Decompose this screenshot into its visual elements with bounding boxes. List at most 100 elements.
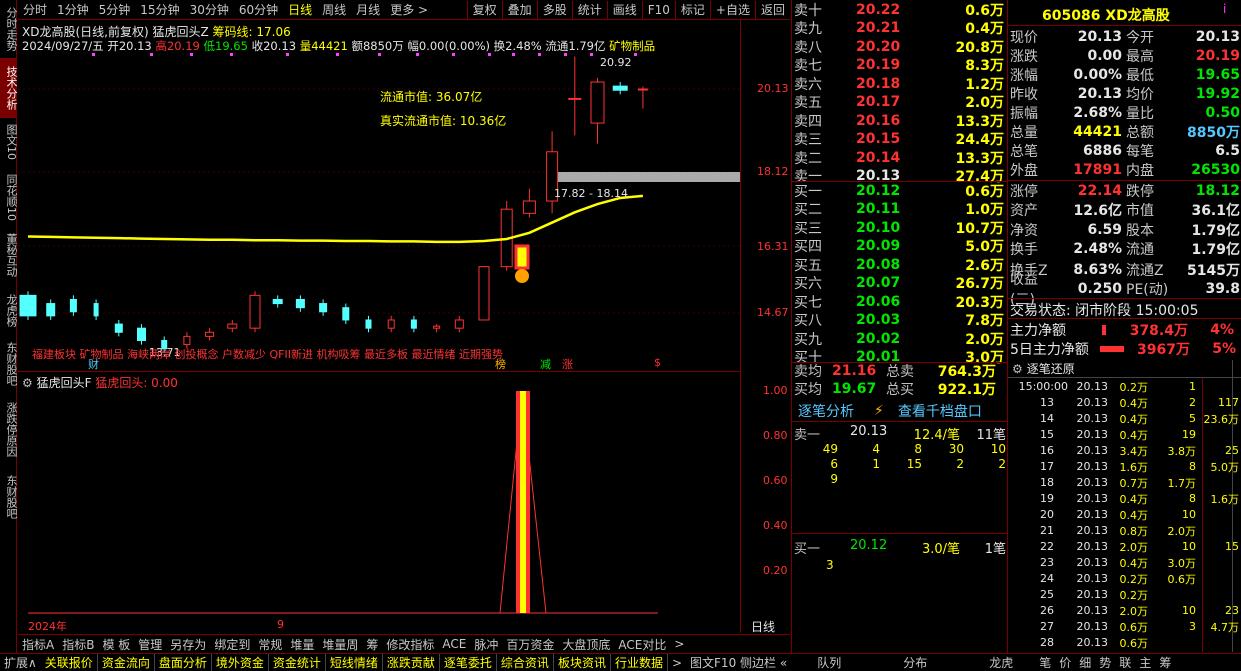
tab-chip[interactable]: 筹 bbox=[1155, 654, 1175, 671]
kline-chart[interactable]: XD龙高股(日线,前复权) 猛虎回头Z 筹码线: 17.06 2024/09/2… bbox=[18, 20, 740, 372]
ask-row-8[interactable]: 卖二 20.14 13.3万 bbox=[794, 149, 1006, 168]
tab-pile[interactable]: 堆量 bbox=[286, 636, 318, 653]
tab-edit-ind[interactable]: 修改指标 bbox=[382, 636, 438, 653]
restore-rights-button[interactable]: 复权 bbox=[468, 1, 502, 18]
tab-ind-b[interactable]: 指标B bbox=[58, 636, 98, 653]
fn-industry-data[interactable]: 行业数据 bbox=[611, 654, 668, 671]
ask-row-5[interactable]: 卖五 20.17 2.0万 bbox=[794, 93, 1006, 112]
ask-row-3[interactable]: 卖七 20.19 8.3万 bbox=[794, 56, 1006, 75]
info-icon[interactable]: i bbox=[1223, 2, 1226, 16]
mark-button[interactable]: 标记 bbox=[676, 1, 710, 18]
tab-price[interactable]: 价 bbox=[1055, 654, 1075, 671]
bid-row-2[interactable]: 买三 20.10 10.7万 bbox=[794, 219, 1006, 238]
period-monthly[interactable]: 月线 bbox=[351, 1, 385, 18]
ask-row-0[interactable]: 卖十 20.22 0.6万 bbox=[794, 1, 1006, 20]
tab-market-top-bottom[interactable]: 大盘顶底 bbox=[558, 636, 614, 653]
tab-ace-compare[interactable]: ACE对比 bbox=[614, 636, 670, 653]
fn-short-sentiment[interactable]: 短线情绪 bbox=[326, 654, 383, 671]
stock-code-name[interactable]: 605086 XD龙高股 bbox=[1042, 5, 1170, 25]
bid-row-1[interactable]: 买二 20.11 1.0万 bbox=[794, 200, 1006, 219]
bid-row-4[interactable]: 买五 20.08 2.6万 bbox=[794, 256, 1006, 275]
tab-ace[interactable]: ACE bbox=[438, 637, 470, 651]
fn-fund-flow[interactable]: 资金流向 bbox=[98, 654, 155, 671]
vtab-6[interactable]: 东财股吧 bbox=[0, 338, 18, 390]
tab-ind-a[interactable]: 指标A bbox=[18, 636, 58, 653]
tab-link[interactable]: 联 bbox=[1115, 654, 1135, 671]
fn-sector-news[interactable]: 板块资讯 bbox=[554, 654, 611, 671]
ask-row-4[interactable]: 卖六 20.18 1.2万 bbox=[794, 75, 1006, 94]
fn-related-quote[interactable]: 关联报价 bbox=[41, 654, 98, 671]
overlay-button[interactable]: 叠加 bbox=[503, 1, 537, 18]
tab-manage[interactable]: 管理 bbox=[134, 636, 166, 653]
ask-row-7[interactable]: 卖三 20.15 24.4万 bbox=[794, 130, 1006, 149]
vtab-1[interactable]: 技术分析 bbox=[0, 58, 18, 118]
bid-row-7[interactable]: 买八 20.03 7.8万 bbox=[794, 311, 1006, 330]
fn-more[interactable]: > bbox=[668, 656, 686, 670]
fn-market-analysis[interactable]: 盘面分析 bbox=[155, 654, 212, 671]
f10-button[interactable]: F10 bbox=[643, 3, 675, 17]
period-30min[interactable]: 30分钟 bbox=[185, 1, 234, 18]
period-5min[interactable]: 5分钟 bbox=[94, 1, 136, 18]
vtab-7[interactable]: 涨跌停原因 bbox=[0, 396, 18, 462]
tab-main[interactable]: 主 bbox=[1135, 654, 1155, 671]
vtab-2[interactable]: 图文10 bbox=[0, 120, 18, 164]
bid-row-3[interactable]: 买四 20.09 5.0万 bbox=[794, 237, 1006, 256]
tab-detail[interactable]: 细 bbox=[1075, 654, 1095, 671]
ask-row-2[interactable]: 卖八 20.20 20.8万 bbox=[794, 38, 1006, 57]
tab-million-funds[interactable]: 百万资金 bbox=[502, 636, 558, 653]
stats-button[interactable]: 统计 bbox=[573, 1, 607, 18]
draw-line-button[interactable]: 画线 bbox=[608, 1, 642, 18]
tab-queue[interactable]: 队列 bbox=[813, 654, 845, 671]
tab-template[interactable]: 模 板 bbox=[98, 636, 134, 653]
marker-finance[interactable]: 财 bbox=[88, 356, 99, 372]
period-intraday[interactable]: 分时 bbox=[18, 1, 52, 18]
vtab-3[interactable]: 同花顺10 bbox=[0, 170, 18, 224]
multi-stock-button[interactable]: 多股 bbox=[538, 1, 572, 18]
vtab-5[interactable]: 龙虎榜 bbox=[0, 286, 18, 334]
bid-row-0[interactable]: 买一 20.12 0.6万 bbox=[794, 182, 1006, 201]
tab-tick[interactable]: 笔 bbox=[1035, 654, 1055, 671]
fn-fund-stats[interactable]: 资金统计 bbox=[269, 654, 326, 671]
bid-row-8[interactable]: 买九 20.02 2.0万 bbox=[794, 330, 1006, 349]
fn-tick-orders[interactable]: 逐笔委托 bbox=[440, 654, 497, 671]
tab-distribution[interactable]: 分布 bbox=[899, 654, 931, 671]
tab-chips[interactable]: 筹 bbox=[362, 636, 382, 653]
fn-foreign-funds[interactable]: 境外资金 bbox=[212, 654, 269, 671]
fn-contribution[interactable]: 涨跌贡献 bbox=[383, 654, 440, 671]
tab-more[interactable]: > bbox=[670, 637, 688, 651]
ask-row-1[interactable]: 卖九 20.21 0.4万 bbox=[794, 19, 1006, 38]
marker-reduce[interactable]: 减 bbox=[540, 356, 551, 372]
vtab-0[interactable]: 分时走势 bbox=[0, 0, 18, 58]
marker-dragon-tiger[interactable]: 榜 bbox=[495, 356, 506, 372]
indicator-pane[interactable]: ⚙ 猛虎回头F 猛虎回头: 0.00 2024年 9 bbox=[18, 371, 740, 633]
vtab-4[interactable]: 董秘互动 bbox=[0, 228, 18, 282]
tab-dragon[interactable]: 龙虎 bbox=[985, 654, 1017, 671]
fn-news[interactable]: 综合资讯 bbox=[497, 654, 554, 671]
period-daily[interactable]: 日线 bbox=[283, 1, 317, 18]
tab-pile-week[interactable]: 堆量周 bbox=[318, 636, 362, 653]
expand-button[interactable]: 扩展∧ bbox=[0, 654, 41, 671]
marker-dollar[interactable]: $ bbox=[654, 356, 661, 369]
tab-save-as[interactable]: 另存为 bbox=[166, 636, 210, 653]
period-1min[interactable]: 1分钟 bbox=[52, 1, 94, 18]
sidebar-toggle[interactable]: 图文F10 侧边栏 « bbox=[686, 654, 791, 671]
tab-trend[interactable]: 势 bbox=[1095, 654, 1115, 671]
period-weekly[interactable]: 周线 bbox=[317, 1, 351, 18]
gear-icon[interactable]: ⚙ bbox=[1008, 362, 1023, 376]
tab-normal[interactable]: 常规 bbox=[254, 636, 286, 653]
add-watchlist-button[interactable]: +自选 bbox=[711, 1, 755, 18]
period-15min[interactable]: 15分钟 bbox=[135, 1, 184, 18]
bid-row-5[interactable]: 买六 20.07 26.7万 bbox=[794, 274, 1006, 293]
tab-thousand-depth[interactable]: 查看千档盘口 bbox=[884, 401, 982, 421]
ind-axis-tick-4: 0.20 bbox=[763, 564, 788, 577]
ask-row-6[interactable]: 卖四 20.16 13.3万 bbox=[794, 112, 1006, 131]
bid-row-6[interactable]: 买七 20.06 20.3万 bbox=[794, 293, 1006, 312]
back-button[interactable]: 返回 bbox=[756, 1, 790, 18]
tab-pulse[interactable]: 脉冲 bbox=[470, 636, 502, 653]
tab-tick-analysis[interactable]: 逐笔分析 bbox=[792, 401, 854, 421]
period-more[interactable]: 更多 > bbox=[385, 1, 433, 18]
tab-bind[interactable]: 绑定到 bbox=[210, 636, 254, 653]
period-60min[interactable]: 60分钟 bbox=[234, 1, 283, 18]
marker-limit-up[interactable]: 涨 bbox=[562, 356, 573, 372]
vtab-8[interactable]: 东财股吧 bbox=[0, 470, 18, 524]
